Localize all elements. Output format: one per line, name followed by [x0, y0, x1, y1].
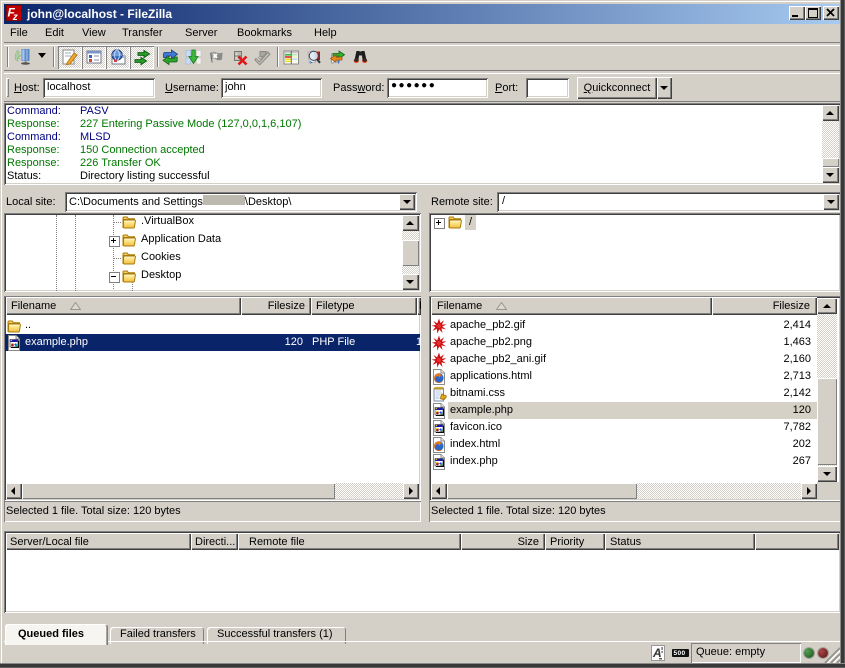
svg-text:A: A	[652, 646, 662, 660]
svg-text:z: z	[12, 12, 18, 21]
